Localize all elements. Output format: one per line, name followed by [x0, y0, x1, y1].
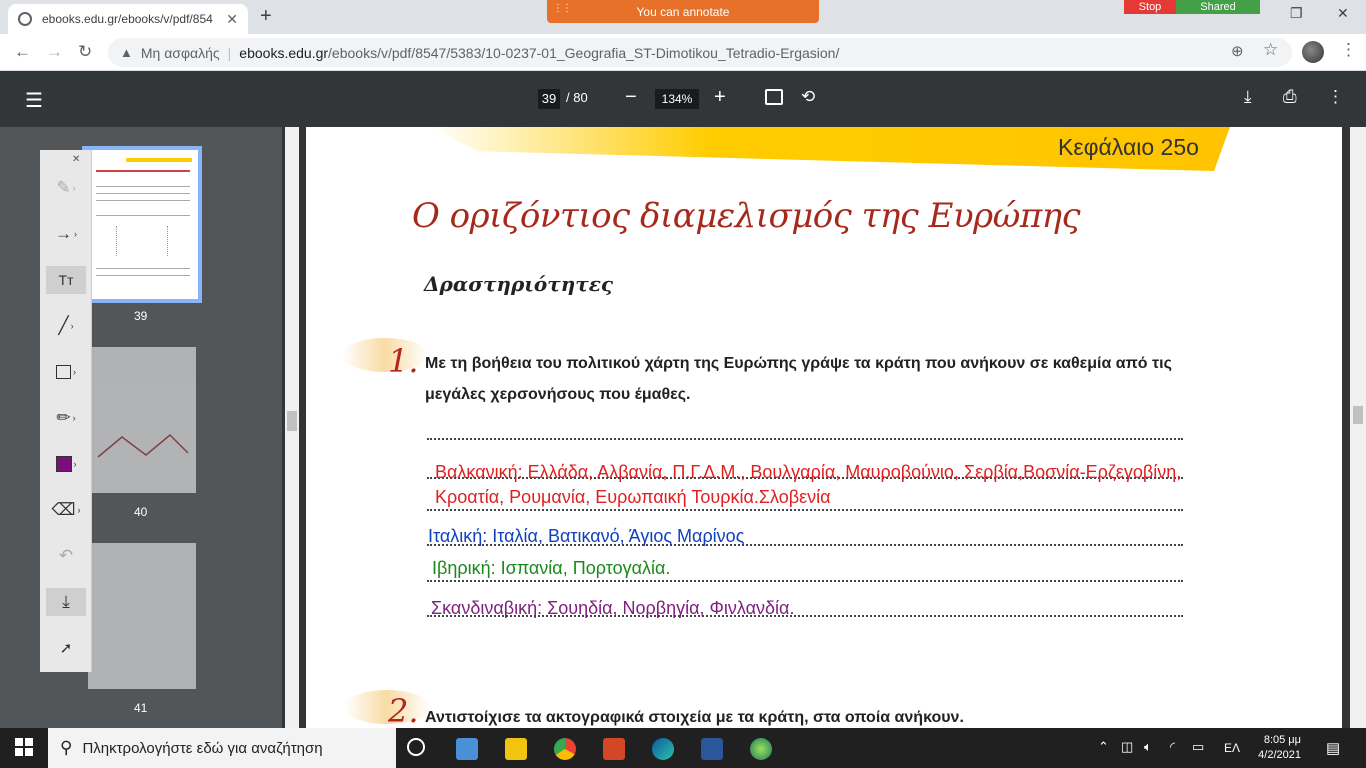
url-host: ebooks.edu.gr — [239, 44, 329, 61]
answer-iberian[interactable]: Ιβηρική: Ισπανία, Πορτογαλία. — [432, 556, 670, 581]
url-separator: | — [227, 44, 232, 61]
back-icon[interactable]: ← — [14, 42, 31, 62]
answer-iberian-label: Ιβηρική: Ισπανία, — [432, 558, 568, 578]
shared-button[interactable]: Shared — [1176, 0, 1260, 14]
page-scroll-thumb[interactable] — [1353, 406, 1363, 424]
save-download-icon[interactable]: ⤓ — [46, 588, 86, 616]
print-icon[interactable]: ⎙ — [1283, 87, 1297, 107]
profile-avatar[interactable] — [1302, 41, 1324, 63]
answer-line — [427, 438, 1183, 440]
line-tool-icon[interactable]: ╱ › — [46, 312, 86, 340]
page-total: / 80 — [566, 90, 588, 105]
thumbnail-number: 39 — [134, 309, 148, 323]
search-placeholder: Πληκτρολογήστε εδώ για αναζήτηση — [82, 739, 323, 757]
file-folder-icon[interactable] — [505, 738, 527, 760]
download-icon[interactable]: ⤓ — [1244, 87, 1252, 107]
answer-italian[interactable]: Ιταλική: Ιταλία, Βατικανό, Άγιος Μαρίνος — [428, 524, 744, 549]
sidebar-scroll-thumb[interactable] — [287, 411, 297, 431]
thumbnail-number: 40 — [134, 505, 148, 519]
app-globe-icon[interactable] — [750, 738, 772, 760]
undo-icon[interactable]: ↶ — [46, 542, 86, 570]
grip-icon[interactable]: ⋮⋮ — [553, 3, 572, 14]
thumbnail-page[interactable] — [88, 347, 196, 493]
url-path: /ebooks/v/pdf/8547/5383/10-0237-01_Geogr… — [328, 44, 840, 61]
new-tab-button[interactable]: + — [260, 5, 272, 28]
thumbnail-page[interactable] — [88, 543, 196, 689]
clock-time: 8:05 μμ — [1263, 734, 1301, 746]
taskbar-clock[interactable]: 8:05 μμ 4/2/2021 — [1255, 733, 1301, 763]
annotate-label: You can annotate — [636, 4, 730, 19]
windows-start-icon[interactable] — [15, 738, 33, 756]
answer-balkan[interactable]: Βαλκανική: Ελλάδα, Αλβανία, Π.Γ.Δ.Μ., Βο… — [435, 460, 1225, 510]
fit-page-icon[interactable] — [765, 89, 783, 105]
pointer-select-icon[interactable]: ➚ — [46, 634, 86, 662]
tab-title: ebooks.edu.gr/ebooks/v/pdf/854 — [42, 12, 213, 26]
bookmark-star-icon[interactable]: ☆ — [1263, 40, 1278, 60]
highlighter-icon[interactable]: ✎ › — [46, 174, 86, 202]
page-scrollbar[interactable] — [1350, 127, 1366, 728]
restore-window-icon[interactable]: ❐ — [1290, 5, 1303, 22]
warning-icon[interactable]: ▲ — [120, 45, 133, 60]
url-bar[interactable]: ▲ Μη ασφαλής | ebooks.edu.gr/ebooks/v/pd… — [108, 38, 1292, 67]
taskbar-search-box[interactable]: ⚲ Πληκτρολογήστε εδώ για αναζήτηση — [48, 728, 396, 768]
app-explorer-icon[interactable] — [456, 738, 478, 760]
thumbnail-number: 41 — [134, 701, 148, 715]
hamburger-menu-icon[interactable]: ☰ — [25, 88, 43, 113]
pdf-toolbar: ☰ 39 / 80 − 134% + ⟲ ⤓ ⎙ ⋮ — [0, 71, 1366, 127]
zoom-out-icon[interactable]: − — [625, 86, 637, 109]
search-icon: ⚲ — [60, 738, 73, 757]
language-indicator[interactable]: ΕΛ — [1224, 741, 1240, 755]
question-number: 2. — [388, 692, 419, 730]
browser-menu-icon[interactable]: ⋮ — [1340, 40, 1357, 60]
tray-chevron-icon[interactable]: ⌃ — [1098, 739, 1109, 755]
powerpoint-icon[interactable] — [603, 738, 625, 760]
edge-icon[interactable] — [652, 738, 674, 760]
forward-icon[interactable]: → — [46, 42, 63, 62]
clock-date: 4/2/2021 — [1258, 749, 1301, 761]
zoom-in-icon[interactable]: + — [714, 86, 726, 109]
globe-icon — [18, 12, 32, 26]
security-label[interactable]: Μη ασφαλής — [141, 45, 220, 61]
word-icon[interactable] — [701, 738, 723, 760]
task-view-icon[interactable] — [407, 738, 425, 756]
page-title: Ο οριζόντιος διαμελισμός της Ευρώπης — [412, 196, 1081, 236]
network-icon[interactable]: ◜ — [1170, 739, 1175, 755]
thumbnail-page[interactable] — [86, 150, 198, 299]
close-tab-icon[interactable]: ✕ — [226, 11, 238, 28]
zoom-magnifier-icon[interactable]: ⊕ — [1231, 42, 1244, 60]
annotation-tool-palette: ✕ ✎ › → › Tт ╱ › › ✏ › › ⌫ › ↶ ⤓ ➚ — [40, 150, 92, 672]
eraser-icon[interactable]: ⌫ › — [46, 496, 86, 524]
annotate-banner[interactable]: ⋮⋮ You can annotate — [547, 0, 819, 23]
chrome-icon[interactable] — [554, 738, 576, 760]
thumbnail-zigzag — [97, 433, 189, 458]
close-window-icon[interactable]: ✕ — [1337, 5, 1349, 22]
arrow-tool-icon[interactable]: → › — [46, 220, 86, 248]
rotate-icon[interactable]: ⟲ — [801, 87, 815, 107]
text-tool-icon[interactable]: Tт — [46, 266, 86, 294]
question-text: Με τη βοήθεια του πολιτικού χάρτη της Ευ… — [425, 355, 1172, 403]
answer-scandinavian[interactable]: Σκανδιναβική: Σουηδία, Νορβηγία, Φινλανδ… — [431, 596, 794, 621]
color-swatch-button[interactable]: › — [46, 450, 86, 478]
rectangle-tool-icon[interactable]: › — [46, 358, 86, 386]
question-number: 1. — [388, 342, 419, 380]
tray-device-icon[interactable]: ◫ — [1121, 739, 1133, 755]
sidebar-scrollbar[interactable] — [285, 127, 299, 728]
chapter-label: Κεφάλαιο 25ο — [1058, 134, 1199, 160]
stop-button[interactable]: Stop — [1124, 0, 1176, 14]
browser-tab[interactable]: ebooks.edu.gr/ebooks/v/pdf/854 ✕ — [8, 4, 248, 34]
notifications-icon[interactable]: ▤ — [1326, 739, 1340, 757]
page-number-input[interactable]: 39 — [538, 89, 560, 109]
speaker-icon[interactable]: 🔈︎ — [1144, 739, 1152, 755]
more-options-icon[interactable]: ⋮ — [1327, 87, 1344, 107]
palette-close-icon[interactable]: ✕ — [72, 154, 80, 165]
reload-icon[interactable]: ↻ — [78, 42, 92, 62]
answer-iberian-rest: Πορτογαλία. — [572, 558, 671, 578]
zoom-level-input[interactable]: 134% — [655, 89, 699, 109]
pen-tool-icon[interactable]: ✏ › — [46, 404, 86, 432]
battery-icon[interactable]: ▭ — [1192, 739, 1204, 755]
activities-heading: Δραστηριότητες — [424, 272, 614, 296]
